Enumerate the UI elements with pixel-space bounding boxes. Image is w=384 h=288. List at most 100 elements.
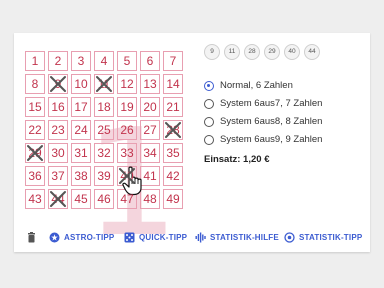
number-label: 6 bbox=[146, 54, 154, 68]
number-cell[interactable]: 12 bbox=[117, 74, 137, 94]
number-label: 17 bbox=[74, 100, 88, 114]
number-label: 27 bbox=[143, 123, 157, 137]
dice-icon bbox=[124, 232, 135, 243]
selected-number-chip: 11 bbox=[224, 44, 240, 60]
number-label: 19 bbox=[120, 100, 134, 114]
target-icon bbox=[284, 232, 295, 243]
number-label: 35 bbox=[166, 146, 180, 160]
number-cell[interactable]: 44 bbox=[48, 189, 68, 209]
number-label: 23 bbox=[51, 123, 65, 137]
number-cell[interactable]: 9 bbox=[48, 74, 68, 94]
number-label: 1 bbox=[31, 54, 39, 68]
selected-number-chip: 40 bbox=[284, 44, 300, 60]
cross-mark-icon bbox=[50, 76, 66, 92]
system-option-label: Normal, 6 Zahlen bbox=[220, 80, 293, 91]
stake-label: Einsatz: 1,20 € bbox=[204, 154, 270, 165]
number-cell[interactable]: 34 bbox=[140, 143, 160, 163]
number-cell[interactable]: 45 bbox=[71, 189, 91, 209]
statistik-hilfe-button[interactable]: STATISTIK-HILFE bbox=[195, 232, 279, 244]
number-cell[interactable]: 30 bbox=[48, 143, 68, 163]
number-grid: 1 12345678910111213141516171819202122232… bbox=[25, 51, 185, 257]
number-cell[interactable]: 20 bbox=[140, 97, 160, 117]
number-cell[interactable]: 1 bbox=[25, 51, 45, 71]
number-label: 24 bbox=[74, 123, 88, 137]
number-cell[interactable]: 8 bbox=[25, 74, 45, 94]
number-cell[interactable]: 37 bbox=[48, 166, 68, 186]
number-label: 12 bbox=[120, 77, 134, 91]
number-cell[interactable]: 28 bbox=[163, 120, 183, 140]
number-cell[interactable]: 10 bbox=[71, 74, 91, 94]
number-cell[interactable]: 42 bbox=[163, 166, 183, 186]
number-cell[interactable]: 24 bbox=[71, 120, 91, 140]
number-cell[interactable]: 38 bbox=[71, 166, 91, 186]
number-cell[interactable]: 7 bbox=[163, 51, 183, 71]
number-cell[interactable]: 2 bbox=[48, 51, 68, 71]
number-label: 18 bbox=[97, 100, 111, 114]
number-label: 25 bbox=[97, 123, 111, 137]
radio-button[interactable] bbox=[204, 81, 214, 91]
number-cell[interactable]: 5 bbox=[117, 51, 137, 71]
number-label: 34 bbox=[143, 146, 157, 160]
number-cell[interactable]: 32 bbox=[94, 143, 114, 163]
astro-tipp-button[interactable]: ASTRO-TIPP bbox=[49, 232, 115, 244]
delete-button[interactable] bbox=[26, 232, 38, 244]
statistik-hilfe-label: STATISTIK-HILFE bbox=[210, 233, 279, 242]
number-cell[interactable]: 23 bbox=[48, 120, 68, 140]
system-option-label: System 6aus9, 9 Zahlen bbox=[220, 134, 323, 145]
number-cell[interactable]: 48 bbox=[140, 189, 160, 209]
number-label: 10 bbox=[74, 77, 88, 91]
radio-button[interactable] bbox=[204, 117, 214, 127]
number-label: 41 bbox=[143, 169, 157, 183]
number-cell[interactable]: 19 bbox=[117, 97, 137, 117]
number-cell[interactable]: 31 bbox=[71, 143, 91, 163]
number-label: 20 bbox=[143, 100, 157, 114]
statistik-tipp-button[interactable]: STATISTIK-TIPP bbox=[284, 232, 362, 244]
number-cell[interactable]: 6 bbox=[140, 51, 160, 71]
number-cell[interactable]: 33 bbox=[117, 143, 137, 163]
system-option[interactable]: Normal, 6 Zahlen bbox=[204, 80, 354, 95]
number-cell[interactable]: 49 bbox=[163, 189, 183, 209]
number-label: 22 bbox=[28, 123, 42, 137]
number-cell[interactable]: 16 bbox=[48, 97, 68, 117]
number-cell[interactable]: 39 bbox=[94, 166, 114, 186]
number-label: 26 bbox=[120, 123, 134, 137]
number-cell[interactable]: 13 bbox=[140, 74, 160, 94]
system-option[interactable]: System 6aus9, 9 Zahlen bbox=[204, 134, 354, 149]
number-cell[interactable]: 11 bbox=[94, 74, 114, 94]
number-label: 49 bbox=[166, 192, 180, 206]
number-cell[interactable]: 25 bbox=[94, 120, 114, 140]
quick-tipp-button[interactable]: QUICK-TIPP bbox=[124, 232, 187, 244]
system-option[interactable]: System 6aus7, 7 Zahlen bbox=[204, 98, 354, 113]
number-cell[interactable]: 4 bbox=[94, 51, 114, 71]
number-cell[interactable]: 46 bbox=[94, 189, 114, 209]
number-cell[interactable]: 21 bbox=[163, 97, 183, 117]
number-label: 46 bbox=[97, 192, 111, 206]
radio-button[interactable] bbox=[204, 99, 214, 109]
selected-number-chip: 9 bbox=[204, 44, 220, 60]
number-cell[interactable]: 35 bbox=[163, 143, 183, 163]
selected-number-chip: 28 bbox=[244, 44, 260, 60]
number-cell[interactable]: 26 bbox=[117, 120, 137, 140]
number-cell[interactable]: 22 bbox=[25, 120, 45, 140]
system-option[interactable]: System 6aus8, 8 Zahlen bbox=[204, 116, 354, 131]
number-cell[interactable]: 18 bbox=[94, 97, 114, 117]
number-cell[interactable]: 17 bbox=[71, 97, 91, 117]
number-label: 21 bbox=[166, 100, 180, 114]
number-label: 13 bbox=[143, 77, 157, 91]
number-label: 4 bbox=[100, 54, 108, 68]
number-cell[interactable]: 3 bbox=[71, 51, 91, 71]
system-option-label: System 6aus8, 8 Zahlen bbox=[220, 116, 323, 127]
number-cell[interactable]: 36 bbox=[25, 166, 45, 186]
number-cell[interactable]: 15 bbox=[25, 97, 45, 117]
number-cell[interactable]: 29 bbox=[25, 143, 45, 163]
number-cell[interactable]: 40 bbox=[117, 166, 137, 186]
system-option-label: System 6aus7, 7 Zahlen bbox=[220, 98, 323, 109]
number-cell[interactable]: 27 bbox=[140, 120, 160, 140]
number-label: 37 bbox=[51, 169, 65, 183]
radio-button[interactable] bbox=[204, 135, 214, 145]
astro-tipp-label: ASTRO-TIPP bbox=[64, 233, 115, 242]
number-label: 3 bbox=[77, 54, 85, 68]
star-circle-icon bbox=[49, 232, 60, 243]
number-cell[interactable]: 43 bbox=[25, 189, 45, 209]
number-cell[interactable]: 14 bbox=[163, 74, 183, 94]
